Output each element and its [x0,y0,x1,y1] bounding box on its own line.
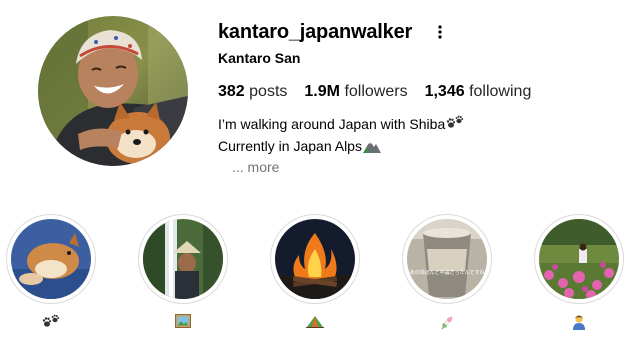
highlight-cover-caption: あの頃ほんと卒論だったんですね [410,269,485,276]
bio-line-2: Currently in Japan Alps [218,136,618,158]
highlight-ring [6,214,96,304]
highlight-ring [138,214,228,304]
waterfall-portrait-photo-icon [143,219,223,299]
highlight-item[interactable]: あの頃ほんと卒論だったんですね [402,214,492,330]
highlight-ring [534,214,624,304]
flower-garden-photo-icon [539,219,619,299]
person-icon [571,314,587,330]
more-options-icon[interactable] [430,22,450,42]
profile-info: kantaro_japanwalker Kantaro San 382 post… [218,20,618,176]
highlight-item[interactable] [270,214,360,330]
posts-label: posts [249,83,288,100]
followers-stat[interactable]: 1.9M followers [304,83,407,101]
full-name: Kantaro San [218,50,301,66]
paw-prints-icon [42,314,60,330]
profile-stats: 382 posts 1.9M followers 1,346 following [218,83,618,101]
profile-photo-icon [38,16,188,166]
posts-count: 382 [218,83,245,100]
highlight-title [138,314,228,330]
following-count: 1,346 [424,83,465,100]
followers-label: followers [344,83,408,100]
highlight-title [402,314,492,330]
highlight-item[interactable] [138,214,228,330]
camping-tent-icon [306,314,324,330]
drink-cup-photo-icon: あの頃ほんと卒論だったんですね [407,219,487,299]
followers-count: 1.9M [304,83,340,100]
highlight-item[interactable] [6,214,96,330]
posts-stat[interactable]: 382 posts [218,83,287,101]
bio-line-1-text: I’m walking around Japan with Shiba [218,116,446,132]
username: kantaro_japanwalker [218,20,413,43]
highlight-ring: あの頃ほんと卒論だったんですね [402,214,492,304]
highlight-title [534,314,624,330]
bio: I’m walking around Japan with Shiba Curr… [218,114,618,176]
paw-prints-icon [446,115,464,136]
highlight-ring [270,214,360,304]
bio-line-1: I’m walking around Japan with Shiba [218,114,618,136]
campfire-photo-icon [275,219,355,299]
story-highlights: あの頃ほんと卒論だったんですね [0,214,640,344]
bio-more-link[interactable]: ... more [218,158,618,176]
dango-icon [439,314,455,330]
profile-avatar[interactable] [38,16,188,166]
highlight-title [270,314,360,330]
framed-picture-icon [175,314,191,330]
profile-header-row: kantaro_japanwalker [218,20,618,44]
shiba-dog-photo-icon [11,219,91,299]
following-label: following [469,83,532,100]
highlight-item[interactable] [534,214,624,330]
mountain-icon [362,138,381,158]
highlight-title [6,314,96,330]
bio-line-2-text: Currently in Japan Alps [218,138,362,154]
following-stat[interactable]: 1,346 following [425,83,532,101]
